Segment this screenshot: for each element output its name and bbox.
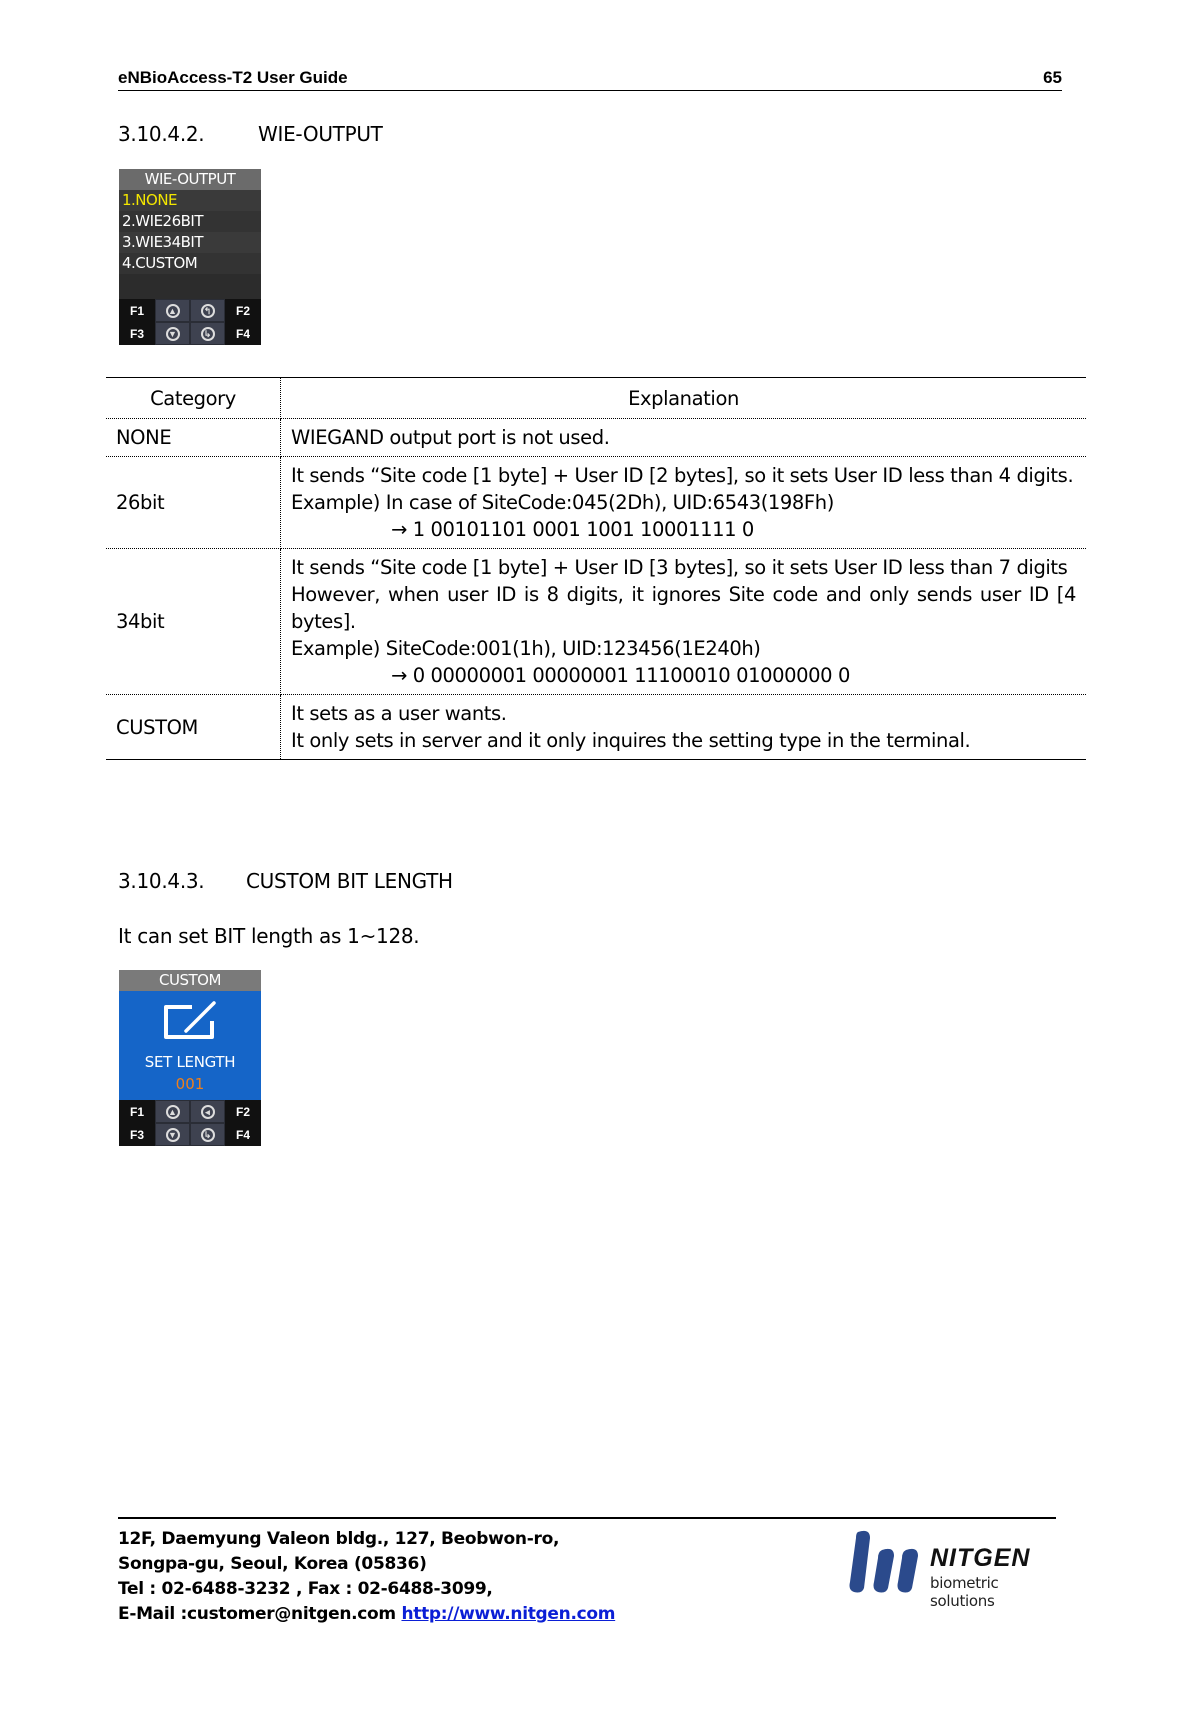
f1-key[interactable]: F1 (119, 299, 155, 322)
section-heading-custom-bit-length: 3.10.4.3. CUSTOM BIT LENGTH (118, 869, 453, 893)
email-text: E-Mail :customer@nitgen.com (118, 1604, 402, 1624)
f4-key[interactable]: F4 (225, 322, 261, 345)
menu-item-none[interactable]: 1.NONE (119, 190, 261, 211)
function-keys: F1 ▲ ◂ F2 F3 ▼ ↳ F4 (119, 1100, 261, 1146)
section-title: WIE-OUTPUT (258, 122, 383, 146)
section-heading-wie-output: 3.10.4.2. WIE-OUTPUT (118, 122, 383, 146)
down-key[interactable]: ▼ (155, 1123, 190, 1146)
f3-key[interactable]: F3 (119, 1123, 155, 1146)
category-cell: NONE (106, 418, 281, 457)
document-title: eNBioAccess-T2 User Guide (118, 68, 348, 87)
device-screen-custom: CUSTOM SET LENGTH 001 F1 ▲ ◂ F2 F3 ▼ ↳ F… (119, 970, 261, 1146)
column-header-category: Category (106, 377, 281, 419)
nitgen-logo: NITGEN biometric solutions (848, 1528, 1060, 1610)
explanation-cell: It sets as a user wants. It only sets in… (280, 694, 1086, 760)
section-number: 3.10.4.3. (118, 869, 205, 893)
table-row: 34bit It sends “Site code [1 byte] + Use… (106, 548, 1086, 695)
enter-key[interactable]: ↳ (190, 1123, 225, 1146)
brand-tagline: biometric solutions (930, 1574, 999, 1610)
left-key[interactable]: ◂ (190, 1100, 225, 1123)
table-header-row: Category Explanation (106, 377, 1086, 419)
wiegand-output-table: Category Explanation NONE WIEGAND output… (106, 377, 1086, 760)
arrow-up-icon: ▲ (165, 1104, 180, 1119)
brand-name: NITGEN (930, 1544, 1031, 1572)
back-key[interactable]: ↰ (190, 299, 225, 322)
table-row: NONE WIEGAND output port is not used. (106, 418, 1086, 457)
binary-example: → 1 00101101 0001 1001 10001111 0 (391, 518, 754, 541)
f2-key[interactable]: F2 (225, 1100, 261, 1123)
menu-item-wie34bit[interactable]: 3.WIE34BIT (119, 232, 261, 253)
arrow-down-icon: ▼ (165, 1127, 180, 1142)
down-key[interactable]: ▼ (155, 322, 190, 345)
binary-example: → 0 00000001 00000001 11100010 01000000 … (391, 664, 850, 687)
page-number: 65 (1043, 68, 1062, 87)
screen-title: WIE-OUTPUT (119, 169, 261, 190)
nitgen-logo-mark-icon (849, 1530, 918, 1593)
arrow-down-icon: ▼ (165, 326, 180, 341)
set-length-panel: SET LENGTH 001 (119, 991, 261, 1100)
arrow-up-icon: ▲ (165, 303, 180, 318)
explanation-cell: It sends “Site code [1 byte] + User ID [… (280, 456, 1086, 549)
f1-key[interactable]: F1 (119, 1100, 155, 1123)
menu-item-custom[interactable]: 4.CUSTOM (119, 253, 261, 274)
explanation-cell: WIEGAND output port is not used. (280, 418, 1086, 457)
up-key[interactable]: ▲ (155, 1100, 190, 1123)
page-header: eNBioAccess-T2 User Guide 65 (118, 66, 1062, 91)
category-cell: CUSTOM (106, 694, 281, 760)
paragraph: It can set BIT length as 1~128. (118, 924, 420, 948)
category-cell: 26bit (106, 456, 281, 549)
explanation-cell: It sends “Site code [1 byte] + User ID [… (280, 548, 1086, 695)
f4-key[interactable]: F4 (225, 1123, 261, 1146)
f2-key[interactable]: F2 (225, 299, 261, 322)
length-value[interactable]: 001 (119, 1075, 261, 1093)
function-keys: F1 ▲ ↰ F2 F3 ▼ ↳ F4 (119, 299, 261, 345)
category-cell: 34bit (106, 548, 281, 695)
website-link[interactable]: http://www.nitgen.com (401, 1604, 615, 1624)
enter-icon: ↳ (200, 1127, 215, 1142)
up-key[interactable]: ▲ (155, 299, 190, 322)
enter-icon: ↳ (200, 326, 215, 341)
page-footer: 12F, Daemyung Valeon bldg., 127, Beobwon… (118, 1517, 1056, 1624)
f3-key[interactable]: F3 (119, 322, 155, 345)
table-row: 26bit It sends “Site code [1 byte] + Use… (106, 456, 1086, 549)
set-length-label: SET LENGTH (144, 1053, 236, 1071)
company-address: 12F, Daemyung Valeon bldg., 127, Beobwon… (118, 1529, 616, 1624)
section-number: 3.10.4.2. (118, 122, 205, 146)
arrow-left-icon: ◂ (200, 1104, 215, 1119)
enter-key[interactable]: ↳ (190, 322, 225, 345)
device-screen-wie-output: WIE-OUTPUT 1.NONE 2.WIE26BIT 3.WIE34BIT … (119, 169, 261, 345)
menu-list: 1.NONE 2.WIE26BIT 3.WIE34BIT 4.CUSTOM (119, 190, 261, 274)
back-icon: ↰ (200, 303, 215, 318)
menu-item-wie26bit[interactable]: 2.WIE26BIT (119, 211, 261, 232)
column-header-explanation: Explanation (280, 377, 1086, 419)
table-row: CUSTOM It sets as a user wants. It only … (106, 694, 1086, 760)
screen-title: CUSTOM (119, 970, 261, 991)
edit-icon (164, 1001, 216, 1039)
section-title: CUSTOM BIT LENGTH (246, 869, 453, 893)
